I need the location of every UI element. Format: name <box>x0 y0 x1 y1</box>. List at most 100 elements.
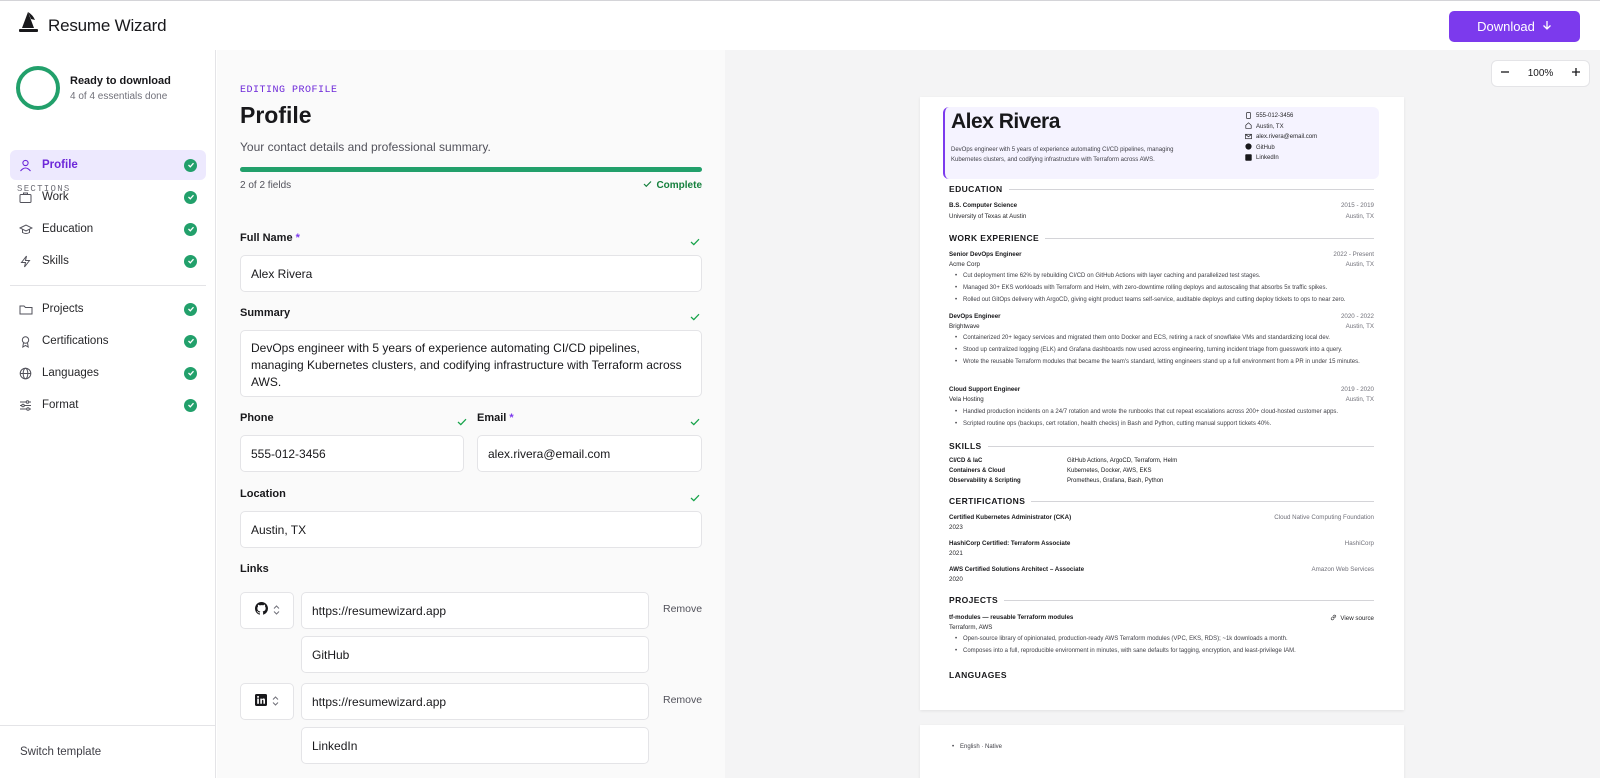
sidebar-item-education[interactable]: Education <box>10 214 206 244</box>
readiness-ring <box>16 66 60 110</box>
work-heading: WORK EXPERIENCE <box>949 233 1374 243</box>
link-label-input[interactable]: LinkedIn <box>301 727 649 764</box>
sidebar-item-format[interactable]: Format <box>10 390 206 420</box>
edu-row: University of Texas at Austin Austin, TX <box>949 213 1374 220</box>
view-source-label: View source <box>1340 615 1374 622</box>
contact-github[interactable]: GitHub <box>1245 143 1317 154</box>
check-icon <box>690 489 700 507</box>
job-company: Acme Corp <box>949 261 980 268</box>
readiness-status: Ready to download 4 of 4 essentials done <box>16 66 171 110</box>
language-item: • English · Native <box>952 744 1003 750</box>
project-row: Terraform, AWS <box>949 624 1374 631</box>
top-bar: Resume Wizard Download <box>0 0 1600 50</box>
job-dates: 2022 - Present <box>1333 251 1374 258</box>
full-name-label: Full Name * <box>240 232 300 244</box>
section-rule <box>987 445 1374 447</box>
section-rule <box>1045 237 1374 239</box>
remove-link-button[interactable]: Remove <box>663 603 702 615</box>
sidebar-item-languages[interactable]: Languages <box>10 358 206 388</box>
sidebar-item-label: Skills <box>42 255 69 267</box>
editor-panel: EDITING PROFILE Profile Your contact det… <box>217 50 725 778</box>
email-input[interactable]: alex.rivera@email.com <box>477 435 702 472</box>
zoom-in-button[interactable] <box>1571 67 1581 80</box>
contact-linkedin[interactable]: LinkedIn <box>1245 153 1317 164</box>
links-label: Links <box>240 563 269 575</box>
check-circle-icon <box>184 366 197 380</box>
link-icon <box>1330 614 1337 623</box>
sidebar-item-label: Projects <box>42 303 84 315</box>
user-icon <box>19 158 33 172</box>
contact-github-text: GitHub <box>1256 144 1275 151</box>
project-name: tf-modules — reusable Terraform modules <box>949 614 1074 621</box>
resume-name: Alex Rivera <box>951 110 1060 133</box>
sidebar-item-skills[interactable]: Skills <box>10 246 206 276</box>
sliders-icon <box>19 398 33 412</box>
check-circle-icon <box>184 398 197 412</box>
project-bullet: • Composes into a full, reproducible envi… <box>955 648 1296 654</box>
job-location: Austin, TX <box>1345 396 1374 403</box>
complete-status: Complete <box>643 180 702 191</box>
sidebar-item-certifications[interactable]: Certifications <box>10 326 206 356</box>
cert-org: Amazon Web Services <box>1311 566 1374 573</box>
folder-icon <box>19 302 33 316</box>
phone-input[interactable]: 555-012-3456 <box>240 435 464 472</box>
link-url-input[interactable]: https://resumewizard.app <box>301 683 649 720</box>
cert-org: HashiCorp <box>1344 540 1374 547</box>
contact-phone-text: 555-012-3456 <box>1256 113 1294 120</box>
cert-name: HashiCorp Certified: Terraform Associate <box>949 540 1071 547</box>
job-bullet: • Cut deployment time 62% by rebuilding C… <box>955 273 1261 279</box>
check-icon <box>690 308 700 326</box>
job-bullet-text: Cut deployment time 62% by rebuilding CI… <box>963 273 1261 279</box>
edu-school: University of Texas at Austin <box>949 213 1027 220</box>
sidebar-item-projects[interactable]: Projects <box>10 294 206 324</box>
resume-header: Alex Rivera DevOps engineer with 5 years… <box>943 107 1379 179</box>
full-name-input[interactable]: Alex Rivera <box>240 255 702 292</box>
sidebar-item-work[interactable]: Work <box>10 182 206 212</box>
job-row: Vela Hosting Austin, TX <box>949 396 1374 403</box>
check-circle-icon <box>184 222 197 236</box>
switch-template-button[interactable]: Switch template <box>0 725 216 778</box>
zoom-level: 100% <box>1527 68 1554 79</box>
cert-row: 2020 <box>949 576 1374 583</box>
link-url-input[interactable]: https://resumewizard.app <box>301 592 649 629</box>
cert-name: AWS Certified Solutions Architect – Asso… <box>949 566 1085 573</box>
download-button[interactable]: Download <box>1449 11 1580 42</box>
section-title: EDUCATION <box>949 184 1003 194</box>
app-logo[interactable]: Resume Wizard <box>18 11 167 40</box>
linkedin-icon <box>1245 154 1252 163</box>
project-bullet-text: Open-source library of opinionated, prod… <box>963 636 1288 642</box>
link-label-input[interactable]: GitHub <box>301 636 649 673</box>
summary-textarea[interactable]: DevOps engineer with 5 years of experien… <box>240 330 702 397</box>
sidebar-item-profile[interactable]: Profile <box>10 150 206 180</box>
remove-link-button[interactable]: Remove <box>663 694 702 706</box>
cert-row: AWS Certified Solutions Architect – Asso… <box>949 566 1374 573</box>
project-bullet-text: Composes into a full, reproducible envir… <box>963 648 1296 654</box>
projects-heading: PROJECTS <box>949 595 1374 605</box>
job-bullet-text: Managed 30+ EKS workloads with Terraform… <box>963 285 1328 291</box>
cert-year: 2023 <box>949 524 963 531</box>
check-circle-icon <box>184 190 197 204</box>
skill-values: GitHub Actions, ArgoCD, Terraform, Helm <box>1067 458 1178 464</box>
page-title: Profile <box>240 102 312 128</box>
certifications-heading: CERTIFICATIONS <box>949 496 1374 506</box>
sidebar-item-label: Education <box>42 223 94 235</box>
resume-page: • English · Native <box>920 725 1404 778</box>
zoom-out-button[interactable] <box>1500 67 1510 80</box>
job-location: Austin, TX <box>1345 261 1374 268</box>
skills-heading: SKILLS <box>949 441 1374 451</box>
link-icon-select[interactable] <box>240 592 294 629</box>
skill-row: Observability & Scripting Prometheus, Gra… <box>949 478 1163 484</box>
job-row: Cloud Support Engineer 2019 - 2020 <box>949 386 1374 393</box>
edu-degree: B.S. Computer Science <box>949 202 1018 209</box>
section-rule <box>1008 188 1374 190</box>
job-row: Senior DevOps Engineer 2022 - Present <box>949 251 1374 258</box>
project-bullet: • Open-source library of opinionated, pro… <box>955 636 1288 642</box>
view-source-link[interactable]: View source <box>1330 614 1374 623</box>
github-icon <box>1245 143 1252 152</box>
mail-icon <box>1245 133 1252 142</box>
job-bullet: • Scripted routine ops (backups, cert rot… <box>955 421 1272 427</box>
job-bullet: • Stood up centralized logging (ELK) and … <box>955 347 1343 353</box>
required-mark: * <box>509 412 514 424</box>
link-icon-select[interactable] <box>240 683 294 720</box>
location-input[interactable]: Austin, TX <box>240 511 702 548</box>
